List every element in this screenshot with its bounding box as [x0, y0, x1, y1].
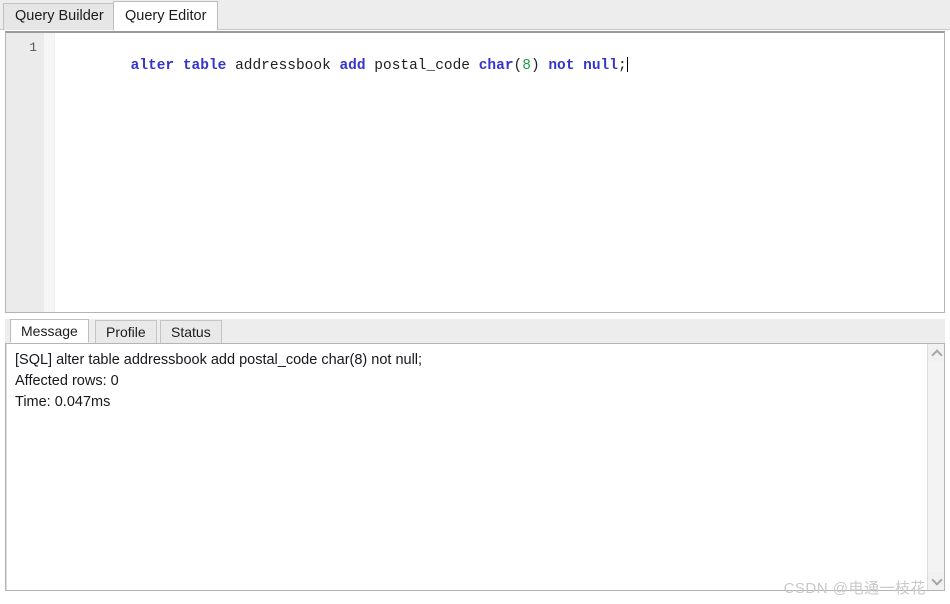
- sql-token-punctuation: ;: [617, 58, 627, 74]
- tab-status-label: Status: [171, 324, 211, 340]
- results-tabstrip: Message Profile Status: [5, 319, 945, 343]
- sql-token-punctuation: ): [530, 58, 540, 74]
- tab-query-builder[interactable]: Query Builder: [3, 3, 116, 30]
- tab-query-editor-label: Query Editor: [125, 8, 207, 24]
- editor-fold-strip: [44, 33, 55, 312]
- sql-token-plain: [226, 58, 235, 74]
- sql-client-window: Query Builder Query Editor 1 alter table…: [0, 0, 950, 604]
- line-number: 1: [29, 40, 37, 55]
- scrollbar-track[interactable]: [928, 362, 944, 572]
- sql-token-identifier: addressbook: [235, 58, 331, 74]
- editor-gutter: 1: [6, 33, 44, 312]
- message-line: Time: 0.047ms: [15, 394, 111, 410]
- editor-tabstrip: Query Builder Query Editor: [0, 0, 950, 31]
- sql-token-keyword: char: [478, 58, 514, 74]
- message-line: [SQL] alter table addressbook add postal…: [15, 352, 423, 368]
- sql-token-punctuation: (: [513, 58, 523, 74]
- message-vertical-scrollbar[interactable]: [927, 344, 944, 590]
- chevron-down-icon[interactable]: [928, 572, 944, 589]
- tab-message-label: Message: [21, 323, 78, 339]
- sql-token-keyword: null: [583, 58, 618, 74]
- sql-token-keyword: table: [182, 58, 227, 74]
- sql-token-keyword: add: [339, 58, 366, 74]
- sql-token-keyword: alter: [130, 58, 175, 74]
- sql-tokens: alter table addressbook add postal_code …: [131, 58, 627, 74]
- message-output-panel: [SQL] alter table addressbook add postal…: [5, 343, 945, 591]
- sql-token-plain: [366, 58, 375, 74]
- sql-token-keyword: not: [548, 58, 575, 74]
- sql-token-plain: [470, 58, 479, 74]
- message-line: Affected rows: 0: [15, 373, 119, 389]
- sql-token-plain: [174, 58, 183, 74]
- text-caret: [626, 57, 628, 72]
- tab-query-editor[interactable]: Query Editor: [113, 1, 219, 31]
- chevron-up-icon[interactable]: [928, 345, 944, 362]
- sql-token-identifier: postal_code: [374, 58, 471, 74]
- tab-profile[interactable]: Profile: [95, 320, 157, 343]
- sql-editor-panel[interactable]: 1 alter table addressbook add postal_cod…: [5, 31, 945, 313]
- tab-profile-label: Profile: [106, 324, 146, 340]
- sql-code-area[interactable]: alter table addressbook add postal_code …: [55, 33, 944, 312]
- message-text-area[interactable]: [SQL] alter table addressbook add postal…: [6, 344, 927, 590]
- tab-query-builder-label: Query Builder: [15, 8, 104, 24]
- sql-code-line: alter table addressbook add postal_code …: [61, 39, 944, 93]
- tab-status[interactable]: Status: [160, 320, 222, 343]
- sql-token-plain: [574, 58, 583, 74]
- tab-message[interactable]: Message: [10, 319, 89, 343]
- sql-token-number: 8: [522, 58, 531, 74]
